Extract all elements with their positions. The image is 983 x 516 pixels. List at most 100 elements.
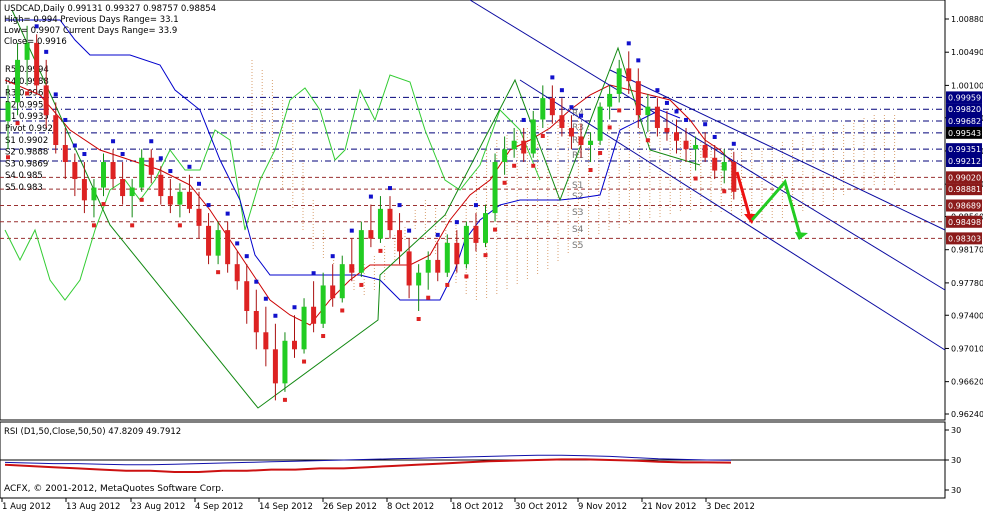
price-tag-label: 0.98303 <box>948 234 981 243</box>
candle-body <box>62 144 68 163</box>
candle-body <box>5 102 11 122</box>
candle-body <box>607 93 613 107</box>
sar-dot <box>531 163 536 168</box>
candle-body <box>206 225 212 256</box>
candle-body <box>272 349 278 384</box>
sar-dot <box>359 282 364 287</box>
price-tick-label: 0.97400 <box>951 311 983 320</box>
sar-dot <box>197 181 201 186</box>
candle-body <box>568 127 574 137</box>
sar-dot <box>655 88 660 93</box>
candle-body <box>626 68 632 82</box>
sar-dot <box>512 163 517 168</box>
price-tick-label: 0.98170 <box>951 246 983 255</box>
sar-dot <box>445 282 450 287</box>
candle-body <box>473 225 479 243</box>
candle-body <box>253 310 259 333</box>
sar-dot <box>101 202 106 207</box>
price-tag-label: 0.99351 <box>948 145 981 154</box>
sar-dot <box>206 203 211 208</box>
rsi-tick-label: 30 <box>951 456 961 465</box>
sar-dot <box>263 296 268 301</box>
candle-body <box>339 264 345 299</box>
sar-dot <box>177 223 182 228</box>
sar-dot <box>254 279 259 284</box>
sar-dot <box>25 91 30 96</box>
sar-dot <box>540 133 545 138</box>
date-tick-label: 14 Sep 2012 <box>259 502 313 512</box>
price-chart: R5 0.9994R4 0.9988R3 0.9968R2 0.9954R1 0… <box>0 0 983 512</box>
candle-body <box>521 140 527 154</box>
candle-body <box>425 259 431 273</box>
sar-dot <box>521 117 526 122</box>
sar-dot <box>311 271 316 276</box>
pivot-label: S4 0.985 <box>5 171 43 181</box>
candle-body <box>358 230 364 273</box>
sar-dot <box>292 305 297 310</box>
candle-body <box>492 162 498 214</box>
candle-body <box>635 81 641 116</box>
sar-dot <box>349 228 354 233</box>
pivot-label: S2 0.9888 <box>5 148 48 158</box>
sar-dot <box>91 223 96 228</box>
date-tick-label: 13 Aug 2012 <box>66 502 120 512</box>
price-tick-label: 1.00880 <box>951 15 983 24</box>
candle-body <box>263 332 269 350</box>
price-tick-label: 1.00490 <box>951 48 983 57</box>
candle-body <box>616 68 622 94</box>
date-tick-label: 1 Aug 2012 <box>2 502 51 512</box>
low-line: Low= 0.9907 Current Days Range= 33.9 <box>4 26 177 36</box>
date-tick-label: 4 Sep 2012 <box>195 502 243 512</box>
candle-body <box>578 136 584 145</box>
channel-pivot-label: S4 <box>572 225 584 235</box>
price-tag-label: 0.99212 <box>948 157 981 166</box>
candle-body <box>654 106 660 128</box>
date-tick-label: 9 Nov 2012 <box>578 502 627 512</box>
candle-body <box>693 144 699 150</box>
channel-pivot-label: S2 <box>572 192 583 202</box>
sar-dot <box>321 334 326 339</box>
candle-body <box>34 42 40 86</box>
sar-dot <box>111 139 116 144</box>
price-tick-label: 0.97010 <box>951 344 983 353</box>
candle-body <box>368 230 374 239</box>
candle-body <box>702 144 708 158</box>
sar-dot <box>158 156 163 161</box>
sar-dot <box>407 228 412 233</box>
date-tick-label: 23 Aug 2012 <box>131 502 185 512</box>
sar-dot <box>703 122 708 127</box>
pivot-label: Pivot 0.9921 <box>5 124 58 134</box>
candle-body <box>444 242 450 273</box>
sar-dot <box>368 194 373 199</box>
sar-dot <box>684 117 689 122</box>
sar-dot <box>579 113 583 118</box>
sar-dot <box>464 274 469 279</box>
candle-body <box>15 59 21 103</box>
price-tag-label: 0.98498 <box>948 218 981 227</box>
candle-body <box>215 230 221 256</box>
candle-body <box>330 285 336 299</box>
sar-dot <box>722 189 727 194</box>
price-tick-label: 0.97780 <box>951 279 983 288</box>
candle-body <box>139 157 145 188</box>
sar-dot <box>416 316 421 321</box>
sar-dot <box>282 397 287 402</box>
price-tick-label: 1.00100 <box>951 81 983 90</box>
sar-dot <box>340 308 345 313</box>
sar-dot <box>82 152 87 157</box>
sar-dot <box>53 92 58 97</box>
pivot-label: R2 0.9954 <box>5 100 49 110</box>
candle-body <box>483 213 488 243</box>
sar-dot <box>120 152 125 157</box>
sar-dot <box>693 176 698 181</box>
high-line: High= 0.994 Previous Days Range= 33.1 <box>4 15 179 25</box>
sar-dot <box>645 138 650 143</box>
sar-dot <box>426 295 431 300</box>
sar-dot <box>15 121 20 126</box>
sar-dot <box>502 180 507 185</box>
candle-body <box>721 162 727 171</box>
candle-body <box>186 191 192 209</box>
sar-dot <box>598 150 603 155</box>
candle-body <box>158 174 164 197</box>
candle-body <box>244 281 250 311</box>
